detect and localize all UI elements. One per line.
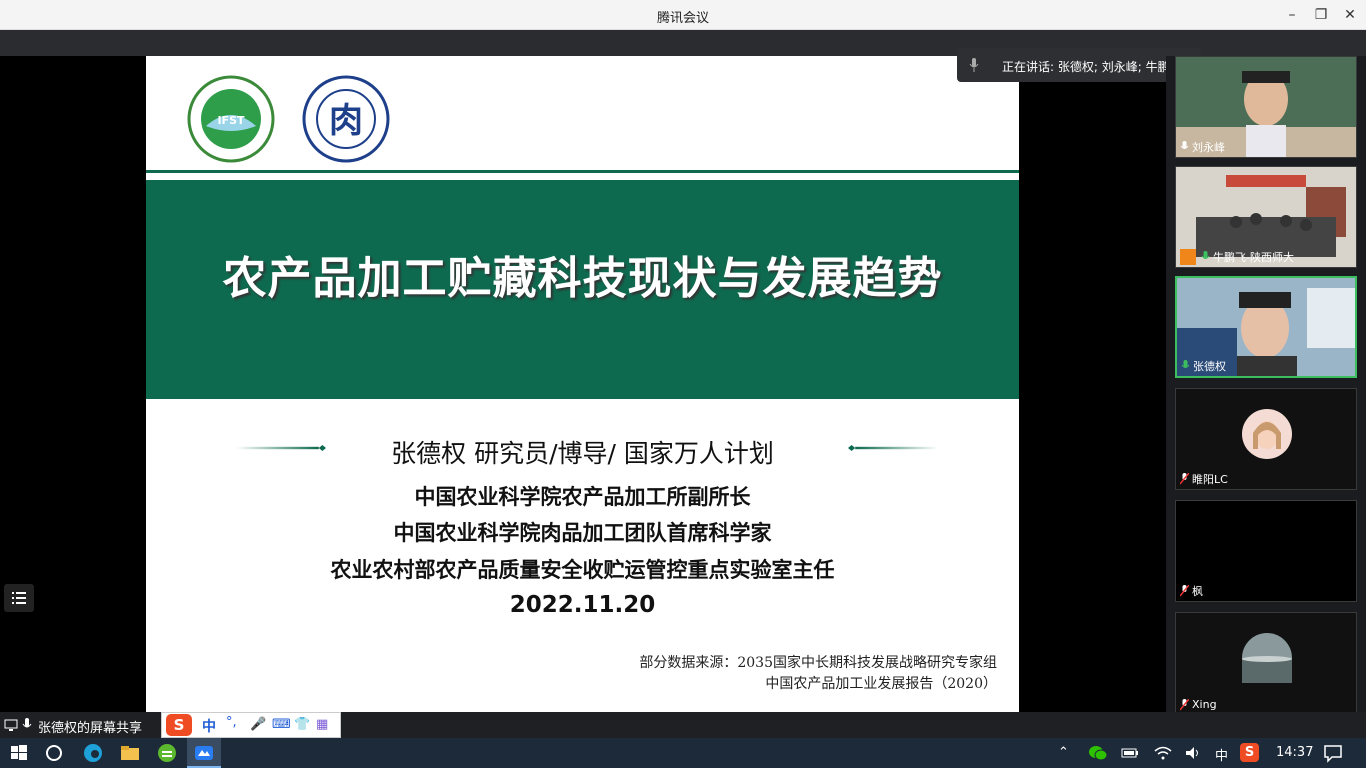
logo1-text: IFST [217, 114, 245, 127]
restore-button[interactable]: ❐ [1310, 4, 1332, 26]
band-top-line [146, 170, 1019, 173]
tencent-meeting-icon [195, 746, 213, 760]
taskbar-tencent-meeting-active[interactable] [187, 738, 221, 768]
participant-tile[interactable]: 睢阳LC [1175, 388, 1357, 490]
window-titlebar: 腾讯会议 – ❐ ✕ [0, 0, 1366, 30]
tray-sogou-icon[interactable]: S [1240, 743, 1259, 762]
speaker-title: 张德权 研究员/博导/ 国家万人计划 [391, 439, 774, 468]
source-note-1: 部分数据来源：2035国家中长期科技发展战略研究专家组 [639, 655, 997, 671]
participant-avatar [1242, 633, 1292, 683]
ime-lang[interactable]: 中 [202, 716, 216, 736]
position-line-3: 农业农村部农产品质量安全收贮运管控重点实验室主任 [330, 558, 835, 582]
participant-label: 牛鹏飞-陕西师大 [1180, 249, 1294, 265]
participant-tile-active[interactable]: 张德权 [1175, 276, 1357, 378]
mic-icon [1201, 251, 1210, 259]
mic-muted-icon [1180, 473, 1189, 485]
volume-icon[interactable] [1182, 742, 1204, 764]
mic-muted-icon [1180, 585, 1189, 597]
clock[interactable]: 14:37 [1276, 745, 1313, 760]
mic-muted-icon [1180, 698, 1189, 710]
sogou-logo-icon: S [166, 714, 192, 736]
ime-toolbox-icon[interactable]: ▦ [316, 717, 328, 732]
mic-icon [22, 718, 32, 728]
wifi-icon[interactable] [1152, 742, 1174, 764]
window-title: 腾讯会议 [656, 11, 709, 26]
avatar-icon [1180, 249, 1196, 265]
wechat-icon[interactable] [1087, 742, 1109, 764]
speaking-text: 正在讲话: 张德权; 刘永峰; 牛鹏... [1002, 60, 1182, 74]
app-green-icon[interactable] [156, 742, 178, 764]
participant-name: Xing [1192, 698, 1217, 711]
battery-icon[interactable] [1119, 742, 1141, 764]
presentation-slide: IFST 肉 农产品加工贮藏科技现状与发展趋势 张德权 研究员/博导/ 国家万人… [146, 56, 1019, 712]
cortana-search-icon[interactable] [43, 742, 65, 764]
ime-voice-icon[interactable]: 🎤 [250, 717, 266, 732]
speaking-indicator: 正在讲话: 张德权; 刘永峰; 牛鹏... [957, 48, 1201, 82]
slide-date: 2022.11.20 [509, 592, 656, 618]
position-line-1: 中国农业科学院农产品加工所副所长 [414, 485, 751, 509]
participant-panel: 刘永峰 牛鹏飞-陕西师大 张德权 睢阳LC 枫 Xing [1166, 56, 1366, 714]
member-list-button[interactable] [4, 584, 34, 612]
participant-tile[interactable]: 枫 [1175, 500, 1357, 602]
screen-share-icon [4, 719, 18, 731]
notification-icon[interactable] [1322, 742, 1344, 764]
file-explorer-icon[interactable] [119, 742, 141, 764]
tray-ime-lang[interactable]: 中 [1215, 745, 1228, 764]
slide-title: 农产品加工贮藏科技现状与发展趋势 [222, 253, 943, 304]
participant-name: 牛鹏飞-陕西师大 [1213, 251, 1294, 264]
participant-label: 睢阳LC [1180, 471, 1228, 487]
ifst-logo: IFST [187, 75, 275, 163]
participant-label: 刘永峰 [1180, 139, 1225, 155]
windows-start-icon[interactable] [8, 742, 30, 764]
participant-tile[interactable]: 牛鹏飞-陕西师大 [1175, 166, 1357, 268]
share-status-bar: 张德权的屏幕共享 S 中 °, 🎤 ⌨ 👕 ▦ [0, 712, 1366, 738]
participant-label: 张德权 [1181, 358, 1226, 374]
position-line-2: 中国农业科学院肉品加工团队首席科学家 [393, 521, 772, 545]
mic-icon [969, 58, 979, 72]
ime-keyboard-icon[interactable]: ⌨ [272, 717, 291, 732]
participant-tile[interactable]: Xing [1175, 612, 1357, 714]
participant-name: 枫 [1192, 585, 1203, 598]
logo2-text: 肉 [329, 101, 363, 141]
participant-name: 刘永峰 [1192, 141, 1225, 154]
ime-punct[interactable]: °, [226, 715, 237, 730]
close-button[interactable]: ✕ [1339, 4, 1361, 26]
windows-taskbar: ⌃ 中 S 14:37 [0, 738, 1366, 768]
participant-name: 睢阳LC [1192, 473, 1228, 486]
participant-label: Xing [1180, 698, 1217, 711]
ime-toolbar[interactable]: S 中 °, 🎤 ⌨ 👕 ▦ [161, 712, 341, 738]
tray-overflow-icon[interactable]: ⌃ [1058, 745, 1069, 760]
participant-tile[interactable]: 刘永峰 [1175, 56, 1357, 158]
mic-icon [1181, 360, 1190, 368]
source-note-2: 中国农产品加工业发展报告（2020） [765, 676, 997, 692]
mic-icon [1180, 141, 1189, 149]
list-icon [12, 592, 26, 604]
edge-browser-icon[interactable] [82, 742, 104, 764]
participant-avatar [1242, 409, 1292, 459]
ime-skin-icon[interactable]: 👕 [294, 717, 310, 732]
participant-name: 张德权 [1193, 360, 1226, 373]
meat-institute-logo: 肉 [302, 75, 390, 163]
band-bottom-line [146, 396, 1019, 399]
share-label: 张德权的屏幕共享 [38, 721, 143, 736]
minimize-button[interactable]: – [1281, 4, 1303, 26]
participant-label: 枫 [1180, 583, 1203, 599]
